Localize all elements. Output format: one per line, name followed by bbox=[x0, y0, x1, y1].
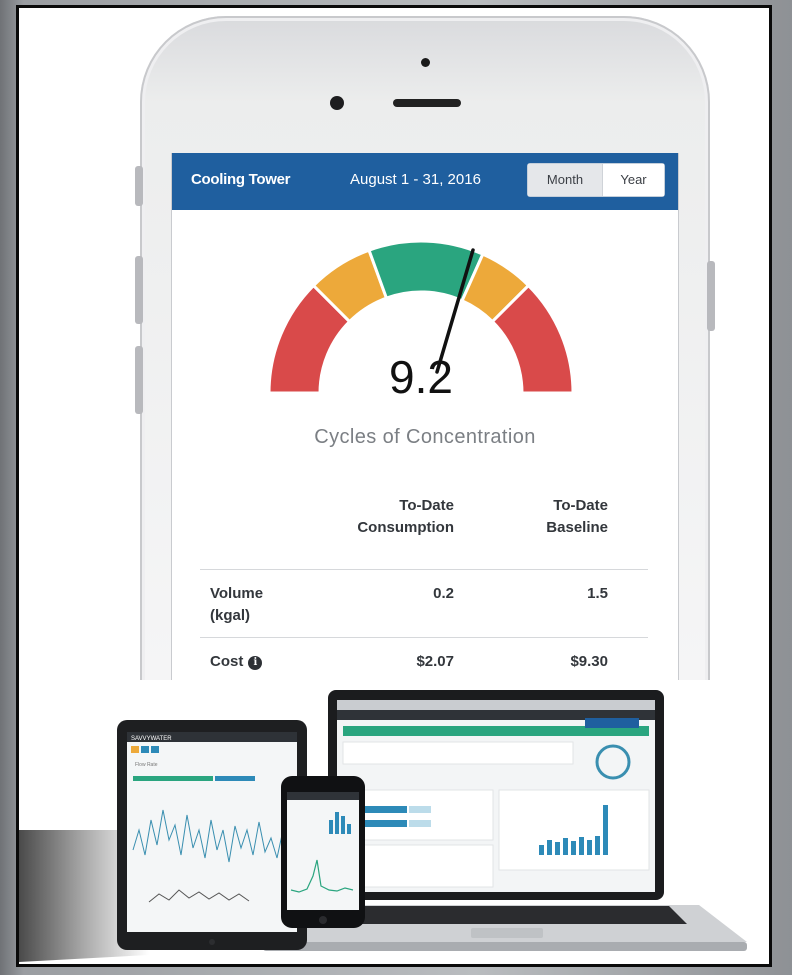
gauge-value: 9.2 bbox=[389, 351, 453, 403]
tablet-device: SAVVYWATER Flow Rate bbox=[117, 720, 307, 950]
app-header-bar: Cooling Tower August 1 - 31, 2016 Month … bbox=[172, 153, 678, 210]
devices-photo: SAVVYWATER Flow Rate bbox=[19, 680, 769, 964]
volume-consumption: 0.2 bbox=[433, 585, 454, 602]
table-divider bbox=[200, 569, 648, 570]
phone-speaker-grille bbox=[393, 99, 461, 107]
small-phone-device bbox=[281, 776, 365, 928]
info-icon[interactable]: i bbox=[248, 656, 263, 670]
phone-side-button bbox=[135, 166, 143, 206]
year-toggle-button[interactable]: Year bbox=[603, 164, 664, 196]
tablet-brand: SAVVYWATER bbox=[131, 736, 172, 742]
image-frame: Cooling Tower August 1 - 31, 2016 Month … bbox=[16, 5, 772, 967]
col-header-consumption: To-Date Consumption bbox=[357, 497, 454, 536]
gauge-label: Cycles of Concentration bbox=[314, 426, 536, 448]
table-divider bbox=[200, 637, 648, 638]
month-toggle-button[interactable]: Month bbox=[528, 164, 603, 196]
devices-illustration: SAVVYWATER Flow Rate bbox=[19, 690, 747, 962]
phone-screen: Cooling Tower August 1 - 31, 2016 Month … bbox=[171, 153, 679, 688]
phone-device: Cooling Tower August 1 - 31, 2016 Month … bbox=[135, 16, 715, 736]
volume-baseline: 1.5 bbox=[587, 585, 608, 602]
cost-consumption: $2.07 bbox=[416, 653, 454, 670]
period-toggle: Month Year bbox=[527, 163, 665, 197]
phone-volume-down-button bbox=[135, 346, 143, 414]
phone-power-button bbox=[707, 261, 715, 331]
phone-volume-up-button bbox=[135, 256, 143, 324]
col-header-baseline: To-Date Baseline bbox=[546, 497, 608, 536]
phone-sensor-dot bbox=[421, 58, 430, 67]
date-range: August 1 - 31, 2016 bbox=[350, 171, 481, 188]
tablet-subtitle: Flow Rate bbox=[135, 762, 158, 768]
cost-baseline: $9.30 bbox=[570, 653, 608, 670]
app-title: Cooling Tower bbox=[191, 171, 291, 188]
cycles-gauge: 9.2 bbox=[267, 239, 575, 403]
row-label-cost: Cost i bbox=[210, 651, 263, 673]
front-camera-icon bbox=[330, 96, 344, 110]
row-label-volume: Volume (kgal) bbox=[210, 585, 264, 624]
